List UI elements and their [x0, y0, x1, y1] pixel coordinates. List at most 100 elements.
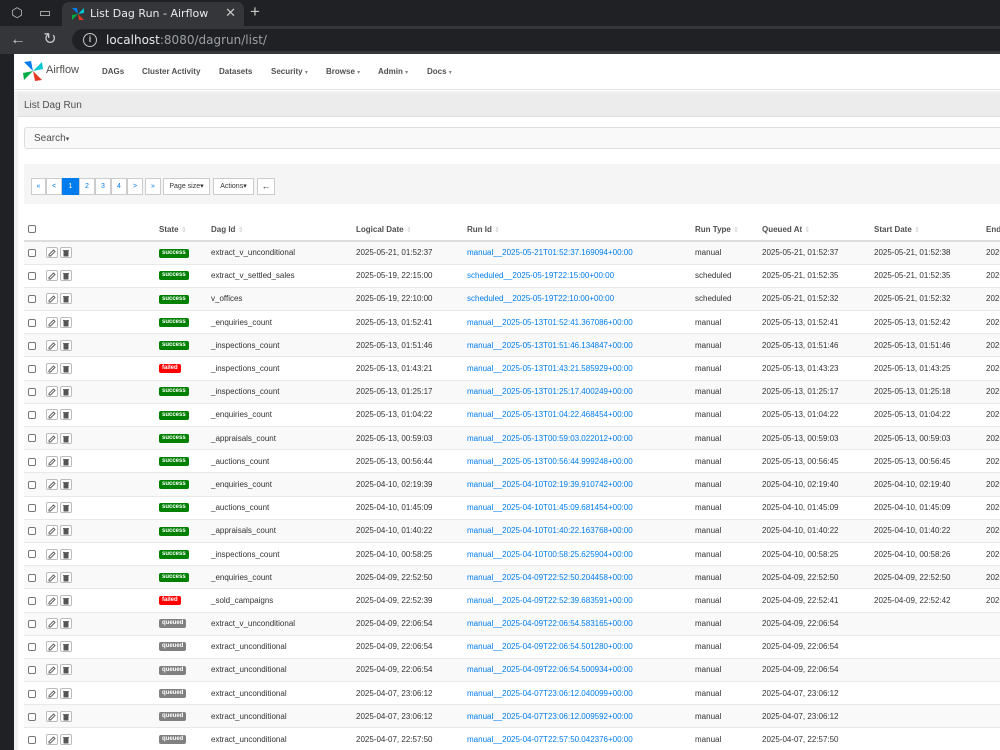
select-all-checkbox[interactable] — [28, 225, 36, 234]
edit-record-icon[interactable] — [46, 293, 58, 305]
dag-id-link[interactable]: _appraisals_count — [211, 526, 276, 535]
dag-id-link[interactable]: _inspections_count — [211, 387, 280, 396]
run-id-link[interactable]: manual__2025-04-10T02:19:39.910742+00:00 — [467, 480, 633, 489]
run-id-link[interactable]: manual__2025-04-09T22:06:54.583165+00:00 — [467, 619, 633, 628]
edit-record-icon[interactable] — [46, 455, 58, 467]
delete-record-icon[interactable] — [60, 432, 72, 444]
row-checkbox[interactable] — [28, 619, 36, 628]
page-size-dropdown[interactable]: Page size▾ — [163, 178, 210, 195]
run-id-link[interactable]: manual__2025-05-13T01:04:22.468454+00:00 — [467, 410, 633, 419]
edit-record-icon[interactable] — [46, 548, 58, 560]
row-checkbox[interactable] — [28, 504, 36, 513]
dag-id-link[interactable]: _enquiries_count — [211, 573, 272, 582]
dag-id-link[interactable]: _sold_campaigns — [211, 596, 273, 605]
run-id-link[interactable]: manual__2025-04-10T01:45:09.681454+00:00 — [467, 503, 633, 512]
delete-record-icon[interactable] — [60, 363, 72, 375]
edit-record-icon[interactable] — [46, 478, 58, 490]
run-id-link[interactable]: scheduled__2025-05-19T22:10:00+00:00 — [467, 294, 614, 303]
brand-name[interactable]: Airflow — [46, 64, 79, 76]
logical-date-header[interactable]: Logical Date ⇕ — [354, 218, 465, 242]
row-checkbox[interactable] — [28, 341, 36, 350]
url-field[interactable]: i localhost:8080/dagrun/list/ — [72, 29, 1000, 51]
run-id-link[interactable]: manual__2025-04-07T23:06:12.040099+00:00 — [467, 689, 633, 698]
dag-id-link[interactable]: extract_unconditional — [211, 712, 287, 721]
dag-id-link[interactable]: extract_v_unconditional — [211, 619, 295, 628]
row-checkbox[interactable] — [28, 295, 36, 304]
edit-record-icon[interactable] — [46, 594, 58, 606]
nav-datasets[interactable]: Datasets — [219, 67, 252, 76]
page-button-1[interactable]: 1 — [62, 178, 79, 195]
delete-record-icon[interactable] — [60, 525, 72, 537]
run-id-link[interactable]: manual__2025-05-13T01:43:21.585929+00:00 — [467, 364, 633, 373]
dag-id-link[interactable]: extract_unconditional — [211, 642, 287, 651]
edit-record-icon[interactable] — [46, 502, 58, 514]
dag-id-link[interactable]: _inspections_count — [211, 364, 280, 373]
edit-record-icon[interactable] — [46, 571, 58, 583]
delete-record-icon[interactable] — [60, 247, 72, 259]
delete-record-icon[interactable] — [60, 548, 72, 560]
run-id-link[interactable]: manual__2025-04-09T22:06:54.501280+00:00 — [467, 642, 633, 651]
row-checkbox[interactable] — [28, 689, 36, 698]
delete-record-icon[interactable] — [60, 270, 72, 282]
edit-record-icon[interactable] — [46, 664, 58, 676]
prev-page-button[interactable]: < — [46, 178, 62, 195]
actions-dropdown[interactable]: Actions▾ — [213, 178, 254, 195]
nav-admin[interactable]: Admin ▾ — [378, 67, 408, 76]
profile-icon[interactable]: ⬡ — [8, 4, 26, 22]
edit-record-icon[interactable] — [46, 525, 58, 537]
delete-record-icon[interactable] — [60, 478, 72, 490]
run-id-link[interactable]: manual__2025-04-10T00:58:25.625904+00:00 — [467, 550, 633, 559]
run-id-link[interactable]: manual__2025-04-09T22:52:39.683591+00:00 — [467, 596, 633, 605]
delete-record-icon[interactable] — [60, 386, 72, 398]
run-id-link[interactable]: manual__2025-04-09T22:06:54.500934+00:00 — [467, 665, 633, 674]
edit-record-icon[interactable] — [46, 432, 58, 444]
row-checkbox[interactable] — [28, 411, 36, 420]
dag-id-link[interactable]: _auctions_count — [211, 457, 269, 466]
run-id-link[interactable]: manual__2025-05-13T00:56:44.999248+00:00 — [467, 457, 633, 466]
airflow-logo-icon[interactable] — [22, 60, 44, 82]
row-checkbox[interactable] — [28, 736, 36, 745]
row-checkbox[interactable] — [28, 573, 36, 582]
delete-record-icon[interactable] — [60, 710, 72, 722]
run-id-header[interactable]: Run Id ⇕ — [465, 218, 693, 242]
row-checkbox[interactable] — [28, 527, 36, 536]
delete-record-icon[interactable] — [60, 571, 72, 583]
nav-docs[interactable]: Docs ▾ — [427, 67, 452, 76]
delete-record-icon[interactable] — [60, 293, 72, 305]
delete-record-icon[interactable] — [60, 734, 72, 746]
row-checkbox[interactable] — [28, 596, 36, 605]
dag-id-link[interactable]: _inspections_count — [211, 341, 280, 350]
edit-record-icon[interactable] — [46, 409, 58, 421]
edit-record-icon[interactable] — [46, 316, 58, 328]
delete-record-icon[interactable] — [60, 409, 72, 421]
end-date-header[interactable]: End — [984, 218, 1000, 242]
back-button[interactable]: ← — [257, 178, 275, 195]
dag-id-link[interactable]: extract_v_unconditional — [211, 248, 295, 257]
edit-record-icon[interactable] — [46, 270, 58, 282]
dag-id-header[interactable]: Dag Id ⇕ — [209, 218, 354, 242]
dag-id-link[interactable]: extract_unconditional — [211, 689, 287, 698]
queued-at-header[interactable]: Queued At ⇕ — [760, 218, 872, 242]
run-id-link[interactable]: manual__2025-05-13T00:59:03.022012+00:00 — [467, 434, 633, 443]
tab-search-icon[interactable]: ▭ — [36, 4, 54, 22]
page-button-3[interactable]: 3 — [95, 178, 111, 195]
nav-dags[interactable]: DAGs — [102, 67, 124, 76]
edit-record-icon[interactable] — [46, 363, 58, 375]
run-id-link[interactable]: manual__2025-05-13T01:52:41.367086+00:00 — [467, 318, 633, 327]
site-info-icon[interactable]: i — [83, 33, 97, 47]
dag-id-link[interactable]: _auctions_count — [211, 503, 269, 512]
new-tab-icon[interactable]: + — [250, 2, 260, 22]
back-arrow-icon[interactable]: ← — [8, 30, 28, 50]
delete-record-icon[interactable] — [60, 664, 72, 676]
row-checkbox[interactable] — [28, 712, 36, 721]
edit-record-icon[interactable] — [46, 247, 58, 259]
delete-record-icon[interactable] — [60, 687, 72, 699]
row-checkbox[interactable] — [28, 318, 36, 327]
dag-id-link[interactable]: extract_unconditional — [211, 735, 287, 744]
row-checkbox[interactable] — [28, 457, 36, 466]
edit-record-icon[interactable] — [46, 687, 58, 699]
nav-cluster-activity[interactable]: Cluster Activity — [142, 67, 200, 76]
reload-icon[interactable]: ↻ — [40, 30, 60, 50]
run-id-link[interactable]: manual__2025-04-09T22:52:50.204458+00:00 — [467, 573, 633, 582]
dag-id-link[interactable]: _appraisals_count — [211, 434, 276, 443]
